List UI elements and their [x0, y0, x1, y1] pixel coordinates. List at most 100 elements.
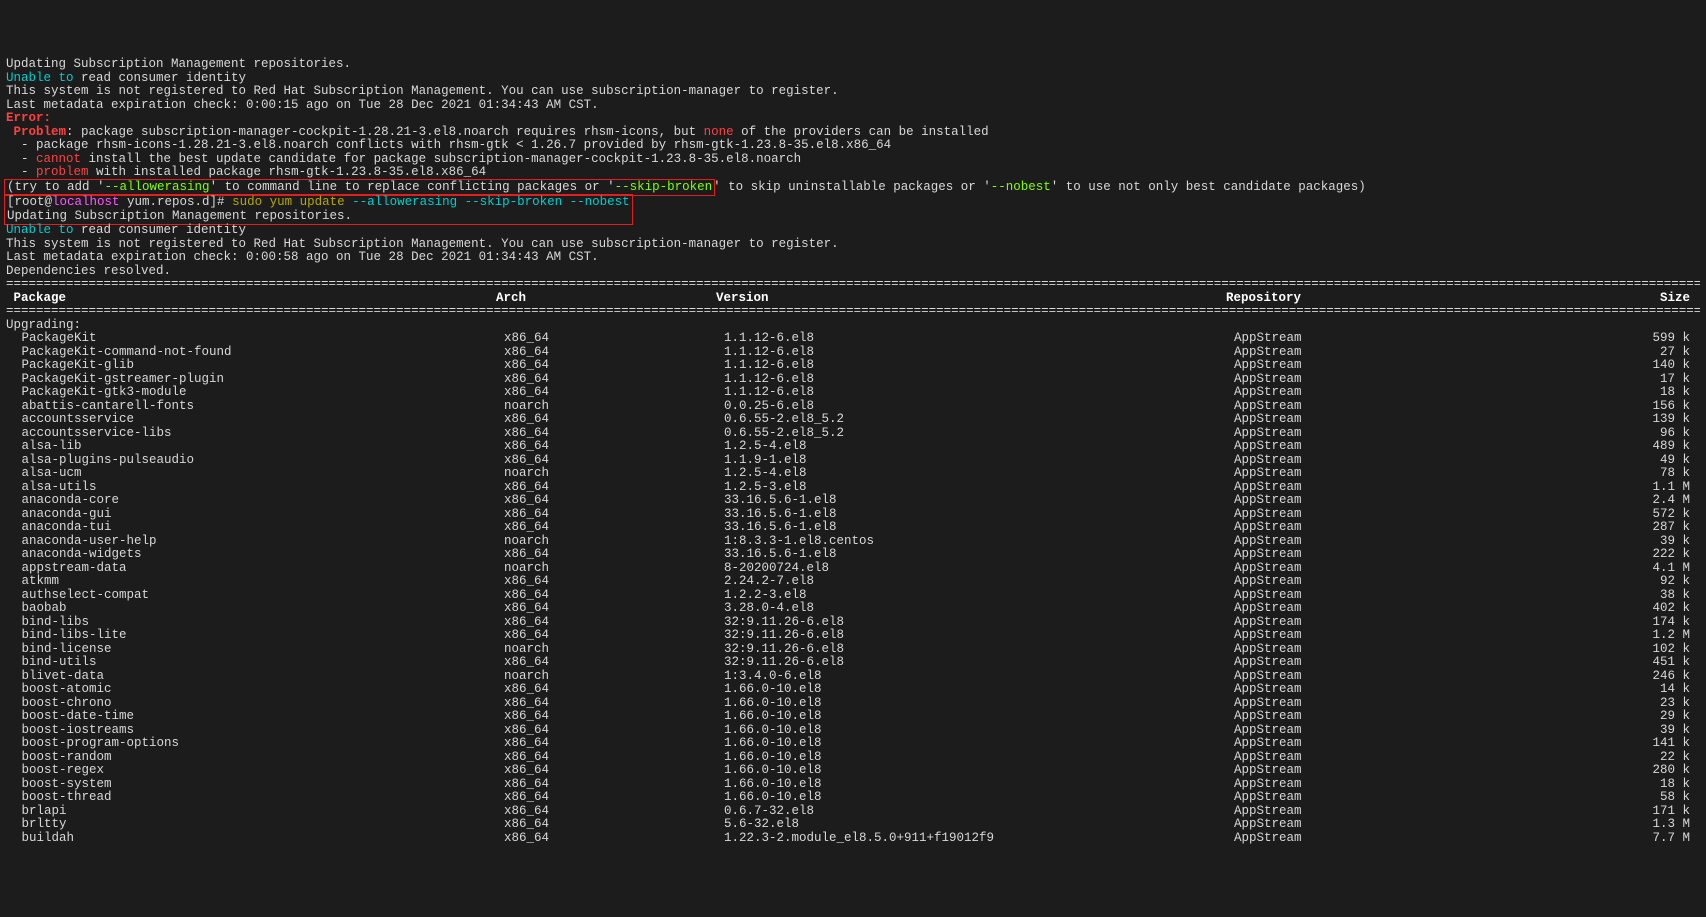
cell-arch: x86_64 — [504, 724, 724, 738]
cell-size: 92 k — [1474, 575, 1700, 589]
cell-package: accountsservice — [6, 413, 504, 427]
cell-repo: AppStream — [1234, 791, 1474, 805]
cell-version: 2.24.2-7.el8 — [724, 575, 1234, 589]
cell-arch: noarch — [504, 562, 724, 576]
cell-size: 29 k — [1474, 710, 1700, 724]
table-row: boost-randomx86_641.66.0-10.el8AppStream… — [6, 751, 1700, 765]
cell-size: 27 k — [1474, 346, 1700, 360]
header-repository: Repository — [1226, 292, 1466, 306]
cell-size: 140 k — [1474, 359, 1700, 373]
cell-version: 1.66.0-10.el8 — [724, 683, 1234, 697]
line-unable2-rest: read consumer identity — [74, 223, 247, 237]
cell-size: 58 k — [1474, 791, 1700, 805]
cell-version: 0.6.7-32.el8 — [724, 805, 1234, 819]
cell-size: 23 k — [1474, 697, 1700, 711]
cell-arch: x86_64 — [504, 332, 724, 346]
cmd-args: --allowerasing --skip-broken --nobest — [352, 195, 630, 209]
table-row: abattis-cantarell-fontsnoarch0.0.25-6.el… — [6, 400, 1700, 414]
cell-size: 49 k — [1474, 454, 1700, 468]
cell-arch: x86_64 — [504, 413, 724, 427]
cell-package: bind-license — [6, 643, 504, 657]
line-not-registered: This system is not registered to Red Hat… — [6, 84, 839, 98]
cell-repo: AppStream — [1234, 400, 1474, 414]
table-row: PackageKit-gstreamer-pluginx86_641.1.12-… — [6, 373, 1700, 387]
cell-repo: AppStream — [1234, 670, 1474, 684]
cell-package: alsa-utils — [6, 481, 504, 495]
cell-size: 96 k — [1474, 427, 1700, 441]
cell-arch: x86_64 — [504, 656, 724, 670]
cell-package: boost-chrono — [6, 697, 504, 711]
cell-package: anaconda-widgets — [6, 548, 504, 562]
cell-arch: x86_64 — [504, 629, 724, 643]
cell-arch: x86_64 — [504, 764, 724, 778]
opt-nobest: --nobest — [991, 180, 1051, 194]
table-row: boost-regexx86_641.66.0-10.el8AppStream2… — [6, 764, 1700, 778]
cell-repo: AppStream — [1234, 548, 1474, 562]
cell-size: 38 k — [1474, 589, 1700, 603]
line-not-registered2: This system is not registered to Red Hat… — [6, 237, 839, 251]
cell-arch: x86_64 — [504, 494, 724, 508]
cell-repo: AppStream — [1234, 683, 1474, 697]
terminal-output[interactable]: Updating Subscription Management reposit… — [6, 58, 1700, 845]
cell-size: 7.7 M — [1474, 832, 1700, 846]
cell-version: 0.0.25-6.el8 — [724, 400, 1234, 414]
table-row: buildahx86_641.22.3-2.module_el8.5.0+911… — [6, 832, 1700, 846]
header-version: Version — [716, 292, 1226, 306]
cell-package: alsa-lib — [6, 440, 504, 454]
cell-arch: x86_64 — [504, 386, 724, 400]
line-unable: Unable to — [6, 71, 74, 85]
cell-repo: AppStream — [1234, 562, 1474, 576]
table-row: atkmmx86_642.24.2-7.el8AppStream92 k — [6, 575, 1700, 589]
cell-package: bind-libs — [6, 616, 504, 630]
cell-repo: AppStream — [1234, 805, 1474, 819]
table-row: baobabx86_643.28.0-4.el8AppStream402 k — [6, 602, 1700, 616]
cell-version: 1.66.0-10.el8 — [724, 724, 1234, 738]
table-header-row: PackageArchVersionRepositorySize — [6, 292, 1700, 306]
cell-repo: AppStream — [1234, 481, 1474, 495]
cell-version: 1.66.0-10.el8 — [724, 710, 1234, 724]
opt-skip-broken: --skip-broken — [615, 180, 713, 194]
cell-version: 32:9.11.26-6.el8 — [724, 616, 1234, 630]
cell-arch: x86_64 — [504, 427, 724, 441]
cell-version: 1.2.2-3.el8 — [724, 589, 1234, 603]
line-metadata: Last metadata expiration check: 0:00:15 … — [6, 98, 599, 112]
table-row: boost-chronox86_641.66.0-10.el8AppStream… — [6, 697, 1700, 711]
prompt-path: yum.repos.d — [120, 195, 210, 209]
cell-package: boost-date-time — [6, 710, 504, 724]
table-row: bind-licensenoarch32:9.11.26-6.el8AppStr… — [6, 643, 1700, 657]
table-row: boost-systemx86_641.66.0-10.el8AppStream… — [6, 778, 1700, 792]
cell-size: 4.1 M — [1474, 562, 1700, 576]
prompt-close: ]# — [210, 195, 233, 209]
cell-size: 174 k — [1474, 616, 1700, 630]
cell-repo: AppStream — [1234, 629, 1474, 643]
cell-repo: AppStream — [1234, 454, 1474, 468]
cell-version: 1.1.12-6.el8 — [724, 359, 1234, 373]
upgrading-label: Upgrading: — [6, 318, 81, 332]
cell-arch: x86_64 — [504, 521, 724, 535]
table-row: boost-date-timex86_641.66.0-10.el8AppStr… — [6, 710, 1700, 724]
cell-arch: x86_64 — [504, 710, 724, 724]
cell-size: 572 k — [1474, 508, 1700, 522]
cell-package: boost-iostreams — [6, 724, 504, 738]
cell-repo: AppStream — [1234, 751, 1474, 765]
cell-size: 139 k — [1474, 413, 1700, 427]
cell-arch: x86_64 — [504, 616, 724, 630]
cell-version: 1.66.0-10.el8 — [724, 778, 1234, 792]
cell-size: 246 k — [1474, 670, 1700, 684]
cell-arch: x86_64 — [504, 481, 724, 495]
cell-package: PackageKit-gtk3-module — [6, 386, 504, 400]
cell-repo: AppStream — [1234, 494, 1474, 508]
cell-arch: noarch — [504, 643, 724, 657]
problem-text2: of the providers can be installed — [734, 125, 989, 139]
cell-package: alsa-plugins-pulseaudio — [6, 454, 504, 468]
cell-package: anaconda-tui — [6, 521, 504, 535]
cell-repo: AppStream — [1234, 440, 1474, 454]
cell-arch: noarch — [504, 467, 724, 481]
cell-version: 1.66.0-10.el8 — [724, 764, 1234, 778]
try-text4: ' to use not only best candidate package… — [1051, 180, 1366, 194]
table-row: PackageKit-gtk3-modulex86_641.1.12-6.el8… — [6, 386, 1700, 400]
cell-version: 1.66.0-10.el8 — [724, 737, 1234, 751]
cell-arch: x86_64 — [504, 697, 724, 711]
cell-version: 1.66.0-10.el8 — [724, 751, 1234, 765]
cell-repo: AppStream — [1234, 643, 1474, 657]
